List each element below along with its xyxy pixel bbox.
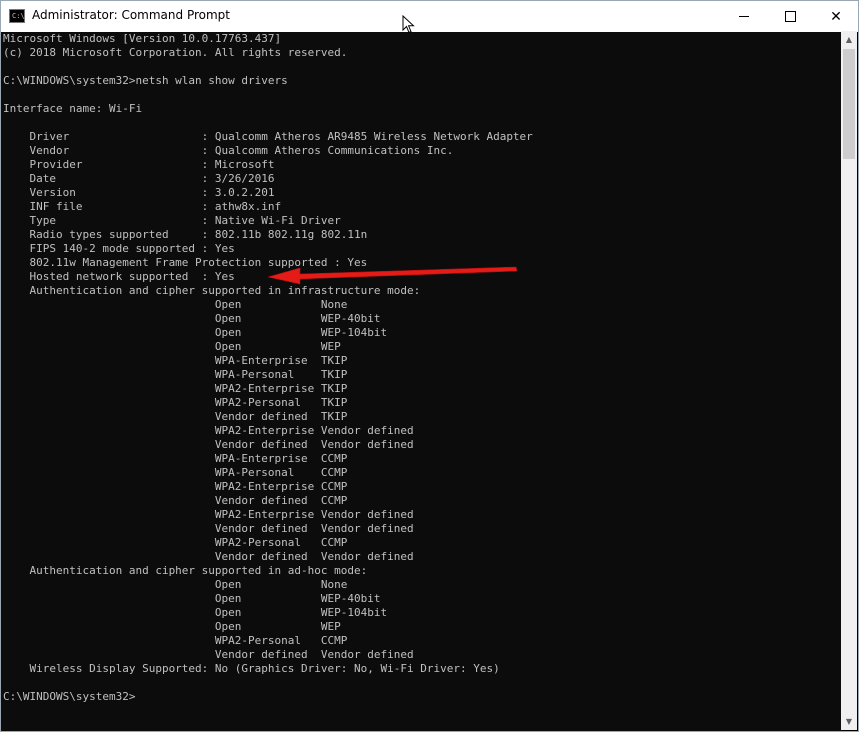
console-line: Vendor defined Vendor defined <box>3 522 414 535</box>
console-line: C:\WINDOWS\system32>netsh wlan show driv… <box>3 74 288 87</box>
scroll-down-arrow-icon: ▼ <box>845 717 853 726</box>
console-line: WPA-Personal TKIP <box>3 368 348 381</box>
red-arrow-icon <box>267 266 518 285</box>
console-line: Provider : Microsoft <box>3 158 275 171</box>
scroll-up-button[interactable]: ▲ <box>841 31 857 48</box>
console-line: Date : 3/26/2016 <box>3 172 275 185</box>
console-line: Radio types supported : 802.11b 802.11g … <box>3 228 368 241</box>
vertical-scrollbar[interactable]: ▲ ▼ <box>841 31 857 730</box>
console-line: Version : 3.0.2.201 <box>3 186 275 199</box>
minimize-icon <box>739 16 749 17</box>
console-line: Vendor defined Vendor defined <box>3 648 414 661</box>
minimize-button[interactable] <box>721 1 767 32</box>
console-line: Open None <box>3 298 348 311</box>
console-line: Interface name: Wi-Fi <box>3 102 143 115</box>
close-button[interactable]: ✕ <box>813 1 859 32</box>
console-text: Microsoft Windows [Version 10.0.17763.43… <box>1 32 842 704</box>
console-line: C:\WINDOWS\system32> <box>3 690 136 703</box>
console-line: Open None <box>3 578 348 591</box>
console-line: Vendor defined Vendor defined <box>3 438 414 451</box>
window-title: Administrator: Command Prompt <box>32 8 230 22</box>
console-line: Type : Native Wi-Fi Driver <box>3 214 341 227</box>
console-line: WPA2-Personal CCMP <box>3 536 348 549</box>
console-line: Authentication and cipher supported in a… <box>3 564 368 577</box>
console-line: WPA-Enterprise CCMP <box>3 452 348 465</box>
console-line: WPA-Enterprise TKIP <box>3 354 348 367</box>
command-prompt-window: C:\ Administrator: Command Prompt ✕ Micr… <box>0 0 859 732</box>
console-line: Open WEP-104bit <box>3 606 388 619</box>
console-line: WPA2-Enterprise Vendor defined <box>3 424 414 437</box>
console-line: (c) 2018 Microsoft Corporation. All righ… <box>3 46 348 59</box>
console-line: Microsoft Windows [Version 10.0.17763.43… <box>3 32 282 45</box>
console-line: WPA2-Enterprise CCMP <box>3 480 348 493</box>
maximize-icon <box>784 11 796 22</box>
console-line: Open WEP-104bit <box>3 326 388 339</box>
close-icon: ✕ <box>830 8 842 25</box>
console-line: WPA2-Enterprise TKIP <box>3 382 348 395</box>
console-line: Driver : Qualcomm Atheros AR9485 Wireles… <box>3 130 533 143</box>
console-output[interactable]: Microsoft Windows [Version 10.0.17763.43… <box>1 32 842 731</box>
console-line: WPA2-Enterprise Vendor defined <box>3 508 414 521</box>
console-line: WPA2-Personal TKIP <box>3 396 348 409</box>
console-line: WPA-Personal CCMP <box>3 466 348 479</box>
console-line: Open WEP <box>3 620 341 633</box>
console-line: Wireless Display Supported: No (Graphics… <box>3 662 500 675</box>
console-line: Vendor : Qualcomm Atheros Communications… <box>3 144 454 157</box>
mouse-cursor-icon <box>402 15 415 34</box>
console-line: INF file : athw8x.inf <box>3 200 282 213</box>
console-line: Open WEP-40bit <box>3 592 381 605</box>
console-line: Open WEP-40bit <box>3 312 381 325</box>
scroll-down-button[interactable]: ▼ <box>841 713 857 730</box>
console-line: Vendor defined TKIP <box>3 410 348 423</box>
console-line: FIPS 140-2 mode supported : Yes <box>3 242 235 255</box>
console-line: Open WEP <box>3 340 341 353</box>
cmd-icon-label: C:\ <box>12 12 25 20</box>
cmd-icon[interactable]: C:\ <box>9 9 25 23</box>
scroll-up-arrow-icon: ▲ <box>845 35 853 44</box>
console-line: Vendor defined CCMP <box>3 494 348 507</box>
scrollbar-thumb[interactable] <box>843 49 855 159</box>
console-line: Vendor defined Vendor defined <box>3 550 414 563</box>
title-bar[interactable]: C:\ Administrator: Command Prompt ✕ <box>1 1 858 32</box>
console-line: WPA2-Personal CCMP <box>3 634 348 647</box>
maximize-button[interactable] <box>767 1 813 32</box>
